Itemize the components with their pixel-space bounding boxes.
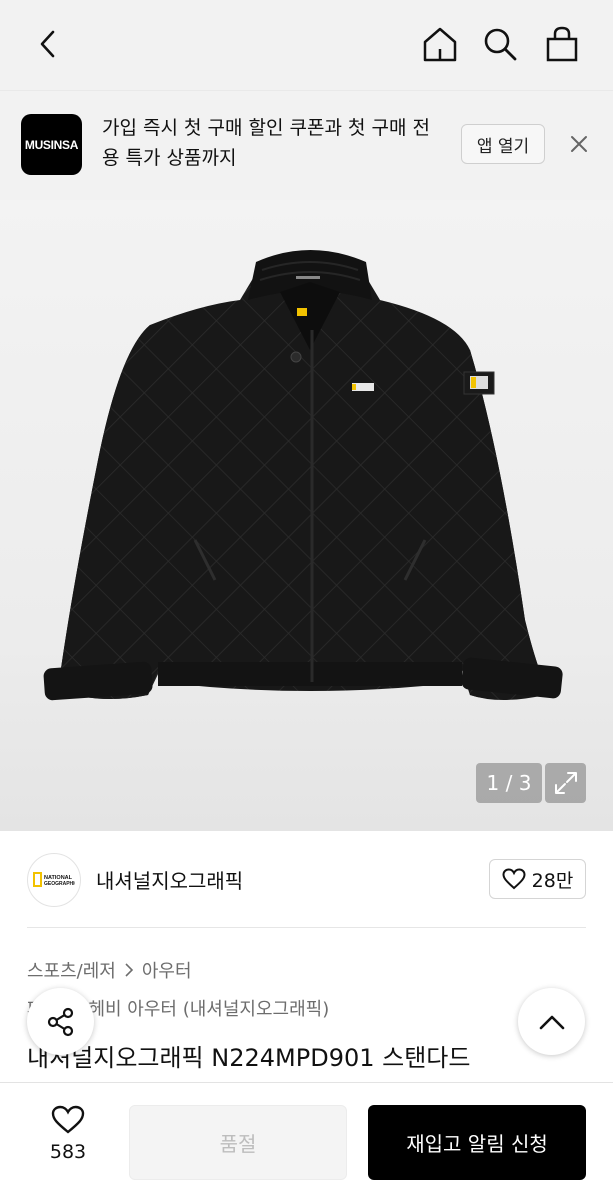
cart-button[interactable] — [540, 22, 584, 66]
divider — [27, 927, 586, 928]
banner-promo-text: 가입 즉시 첫 구매 할인 쿠폰과 첫 구매 전용 특가 상품까지 — [102, 117, 430, 169]
chevron-left-icon — [40, 30, 55, 58]
top-navigation-bar — [0, 0, 613, 90]
close-icon — [571, 136, 587, 152]
breadcrumb-subcategory[interactable]: 아우터 — [142, 957, 192, 983]
share-button[interactable] — [27, 988, 94, 1055]
brand-like-button[interactable]: 28만 — [489, 859, 586, 899]
expand-icon — [554, 772, 577, 794]
musinsa-app-logo: MUSINSA — [21, 114, 82, 175]
share-icon — [47, 1007, 73, 1036]
heart-icon — [502, 868, 526, 890]
bottom-purchase-bar: 583 품절 재입고 알림 신청 — [0, 1082, 613, 1200]
brand-like-count: 28만 — [531, 869, 574, 892]
wishlist-count: 583 — [49, 1141, 87, 1163]
scroll-to-top-button[interactable] — [518, 988, 585, 1055]
shopping-bag-icon — [546, 26, 578, 62]
app-install-banner: MUSINSA 가입 즉시 첫 구매 할인 쿠폰과 첫 구매 전용 특가 상품까… — [0, 90, 613, 200]
restock-alert-button[interactable]: 재입고 알림 신청 — [368, 1105, 586, 1180]
home-button[interactable] — [418, 22, 462, 66]
expand-image-button[interactable] — [545, 763, 586, 803]
soldout-button[interactable]: 품절 — [129, 1105, 347, 1180]
chevron-right-icon — [125, 963, 134, 977]
brand-row: NATIONAL GEOGRAPHIC 내셔널지오그래픽 28만 — [0, 831, 613, 927]
brand-logo[interactable]: NATIONAL GEOGRAPHIC — [27, 853, 81, 907]
product-photo-jacket — [43, 250, 563, 701]
chevron-up-icon — [539, 1015, 564, 1029]
home-icon — [423, 27, 457, 62]
product-title: 내셔널지오그래픽 N224MPD901 스탠다드 — [27, 1044, 471, 1072]
search-icon — [484, 28, 517, 61]
breadcrumb: 스포츠/레저 아우터 — [27, 957, 192, 983]
national-geographic-logo-icon: NATIONAL GEOGRAPHIC — [33, 872, 75, 887]
back-button[interactable] — [26, 22, 70, 66]
open-app-button[interactable]: 앱 열기 — [461, 124, 545, 164]
brand-name[interactable]: 내셔널지오그래픽 — [96, 865, 243, 894]
search-button[interactable] — [478, 22, 522, 66]
heart-icon — [51, 1105, 85, 1134]
image-counter: 1 / 3 — [476, 763, 542, 803]
breadcrumb-category[interactable]: 스포츠/레저 — [27, 957, 116, 983]
svg-text:GEOGRAPHIC: GEOGRAPHIC — [44, 881, 75, 887]
wishlist-button[interactable]: 583 — [40, 1105, 96, 1175]
banner-close-button[interactable] — [566, 131, 592, 157]
product-image-gallery[interactable]: 1 / 3 — [0, 200, 613, 831]
